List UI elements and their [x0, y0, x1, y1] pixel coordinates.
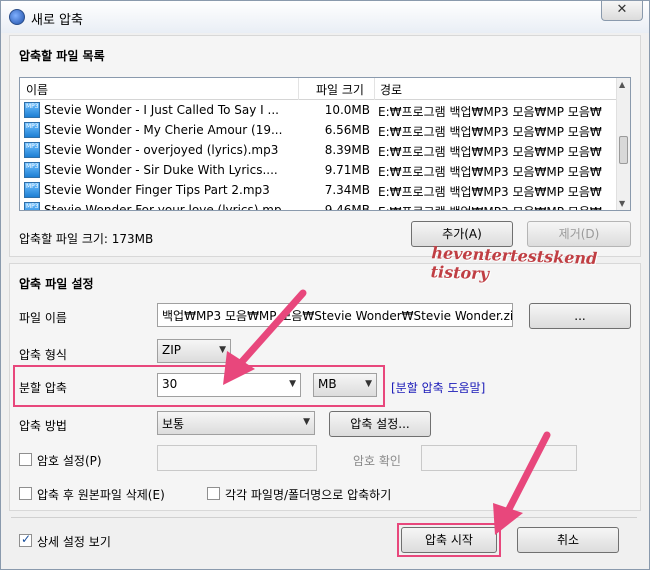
annotation-arrows	[223, 289, 551, 535]
pointer-arrow-icon	[223, 289, 307, 385]
pointer-arrow-icon	[493, 431, 551, 535]
compress-dialog: 새로 압축 ✕ 압축할 파일 목록 이름 파일 크기 경로 MP3 Stevie…	[0, 0, 650, 570]
